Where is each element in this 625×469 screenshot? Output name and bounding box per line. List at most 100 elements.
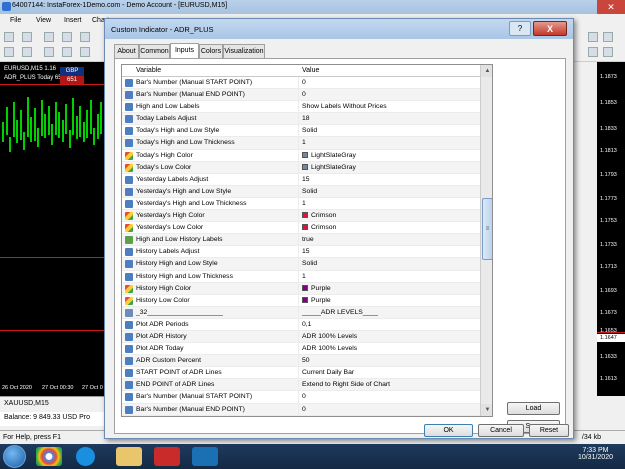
scroll-down-icon[interactable]: ▼ — [481, 404, 492, 416]
folder-icon[interactable] — [116, 447, 142, 466]
cursor-icon[interactable] — [4, 47, 14, 57]
input-value[interactable]: 0 — [302, 79, 306, 86]
market-watch-icon[interactable] — [62, 32, 72, 42]
chart-tab-xauusd[interactable]: XAUUSD,M15 — [0, 396, 108, 410]
input-value[interactable]: true — [302, 236, 314, 243]
dialog-titlebar[interactable]: Custom Indicator - ADR_PLUS ? X — [105, 19, 573, 39]
input-value[interactable]: ADR 100% Levels — [302, 333, 357, 340]
input-row[interactable]: History High and Low Style Solid — [122, 258, 480, 271]
input-row[interactable]: History Labels Adjust 15 — [122, 246, 480, 259]
input-value[interactable]: 0 — [302, 91, 306, 98]
input-value[interactable]: 15 — [302, 176, 310, 183]
input-value[interactable]: Solid — [302, 188, 317, 195]
input-row[interactable]: Today's High and Low Thickness 1 — [122, 137, 480, 150]
scroll-up-icon[interactable]: ▲ — [481, 65, 492, 77]
taskbar-clock[interactable]: 7:33 PM 10/31/2020 — [578, 447, 613, 461]
fibo-tool-icon[interactable] — [80, 47, 90, 57]
app-close-button[interactable]: ✕ — [597, 0, 625, 14]
input-value[interactable]: LightSlateGray — [302, 163, 356, 171]
input-value[interactable]: LightSlateGray — [302, 151, 356, 159]
input-row[interactable]: Plot ADR History ADR 100% Levels — [122, 330, 480, 344]
input-value[interactable]: 0 — [302, 393, 306, 400]
chart-restore-icon[interactable] — [588, 32, 598, 42]
zoom-icon[interactable] — [44, 32, 54, 42]
cancel-button[interactable]: Cancel — [478, 424, 524, 437]
input-value[interactable]: Purple — [302, 284, 331, 292]
menu-insert[interactable]: Insert — [64, 17, 82, 24]
input-row[interactable]: Today's High Color LightSlateGray — [122, 149, 480, 162]
app-red-icon[interactable] — [154, 447, 180, 466]
channel-tool-icon[interactable] — [62, 47, 72, 57]
reset-button[interactable]: Reset — [529, 424, 569, 437]
input-row[interactable]: END POINT of ADR Lines Extend to Right Si… — [122, 379, 480, 392]
input-value[interactable]: 18 — [302, 115, 310, 122]
tab-visualization[interactable]: Visualization — [223, 44, 265, 58]
metatrader-icon[interactable] — [192, 447, 218, 466]
input-row[interactable]: _32____________________ _____ADR LEVELS__… — [122, 306, 480, 319]
column-header-variable[interactable]: Variable — [136, 67, 161, 74]
input-row[interactable]: Plot ADR Periods 0,1 — [122, 318, 480, 331]
input-value[interactable]: Crimson — [302, 224, 336, 231]
input-value[interactable]: 1 — [302, 200, 306, 207]
scroll-thumb[interactable]: ≡ — [482, 198, 492, 260]
input-row[interactable]: Yesterday's High and Low Thickness 1 — [122, 197, 480, 211]
input-row[interactable]: Plot ADR Today ADR 100% Levels — [122, 343, 480, 356]
chart-zoom-out-icon[interactable] — [603, 47, 613, 57]
help-button[interactable]: ? — [509, 21, 531, 36]
input-row[interactable]: ADR Custom Percent 50 — [122, 355, 480, 368]
input-value[interactable]: Current Daily Bar — [302, 369, 354, 376]
input-value[interactable]: 15 — [302, 248, 310, 255]
input-value[interactable]: 0,1 — [302, 321, 311, 328]
dialog-close-button[interactable]: X — [533, 21, 567, 36]
menu-file[interactable]: File — [10, 17, 21, 24]
input-value[interactable]: 50 — [302, 357, 310, 364]
input-row[interactable]: Yesterday Labels Adjust 15 — [122, 173, 480, 186]
input-row[interactable]: Yesterday's High and Low Style Solid — [122, 185, 480, 198]
input-row[interactable]: Yesterday's Low Color Crimson — [122, 222, 480, 235]
input-row[interactable]: History High and Low Thickness 1 — [122, 270, 480, 283]
chart-close-icon[interactable] — [603, 32, 613, 42]
new-chart-icon[interactable] — [4, 32, 14, 42]
tab-inputs[interactable]: Inputs — [170, 43, 199, 58]
tab-about[interactable]: About — [114, 44, 139, 58]
grid-scrollbar[interactable]: ▲ ≡ ▼ — [480, 65, 492, 416]
input-value[interactable]: _____ADR LEVELS____ — [302, 309, 378, 316]
input-value[interactable]: Extend to Right Side of Chart — [302, 381, 390, 388]
input-value[interactable]: 0 — [302, 406, 306, 413]
input-row[interactable]: Bar's Number (Manual START POINT) 0 — [122, 77, 480, 90]
input-row[interactable]: Today Labels Adjust 18 — [122, 113, 480, 126]
tab-colors[interactable]: Colors — [199, 44, 223, 58]
crosshair-icon[interactable] — [22, 47, 32, 57]
input-row[interactable]: High and Low History Labels true — [122, 234, 480, 247]
tab-common[interactable]: Common — [139, 44, 170, 58]
input-row[interactable]: Bar's Number (Manual END POINT) 0 — [122, 403, 480, 416]
column-header-value[interactable]: Value — [302, 67, 319, 74]
line-tool-icon[interactable] — [44, 47, 54, 57]
input-row[interactable]: Today's High and Low Style Solid — [122, 125, 480, 138]
ok-button[interactable]: OK — [424, 424, 473, 437]
chart-zoom-in-icon[interactable] — [588, 47, 598, 57]
input-value[interactable]: 1 — [302, 139, 306, 146]
input-value[interactable]: Solid — [302, 127, 317, 134]
input-value[interactable]: Solid — [302, 260, 317, 267]
input-row[interactable]: Yesterday's High Color Crimson — [122, 210, 480, 223]
input-row[interactable]: High and Low Labels Show Labels Without P… — [122, 101, 480, 114]
menu-view[interactable]: View — [36, 17, 51, 24]
start-button-icon[interactable] — [3, 445, 26, 468]
input-value[interactable]: Crimson — [302, 212, 336, 219]
input-value[interactable]: Show Labels Without Prices — [302, 103, 387, 110]
input-row[interactable]: Today's Low Color LightSlateGray — [122, 161, 480, 174]
navigator-icon[interactable] — [80, 32, 90, 42]
load-button[interactable]: Load — [507, 402, 560, 415]
input-row[interactable]: Bar's Number (Manual START POINT) 0 — [122, 391, 480, 404]
input-row[interactable]: History Low Color Purple — [122, 294, 480, 307]
input-row[interactable]: History High Color Purple — [122, 282, 480, 295]
input-value[interactable]: ADR 100% Levels — [302, 345, 357, 352]
skype-icon[interactable] — [76, 447, 95, 466]
profiles-icon[interactable] — [22, 32, 32, 42]
input-value[interactable]: 1 — [302, 273, 306, 280]
input-value[interactable]: Purple — [302, 296, 331, 304]
chrome-icon[interactable] — [36, 447, 62, 466]
price-chart[interactable]: EURUSD,M15 1.16 ADR_PLUS Today 65 GBP 65… — [0, 62, 108, 396]
input-row[interactable]: Bar's Number (Manual END POINT) 0 — [122, 89, 480, 102]
